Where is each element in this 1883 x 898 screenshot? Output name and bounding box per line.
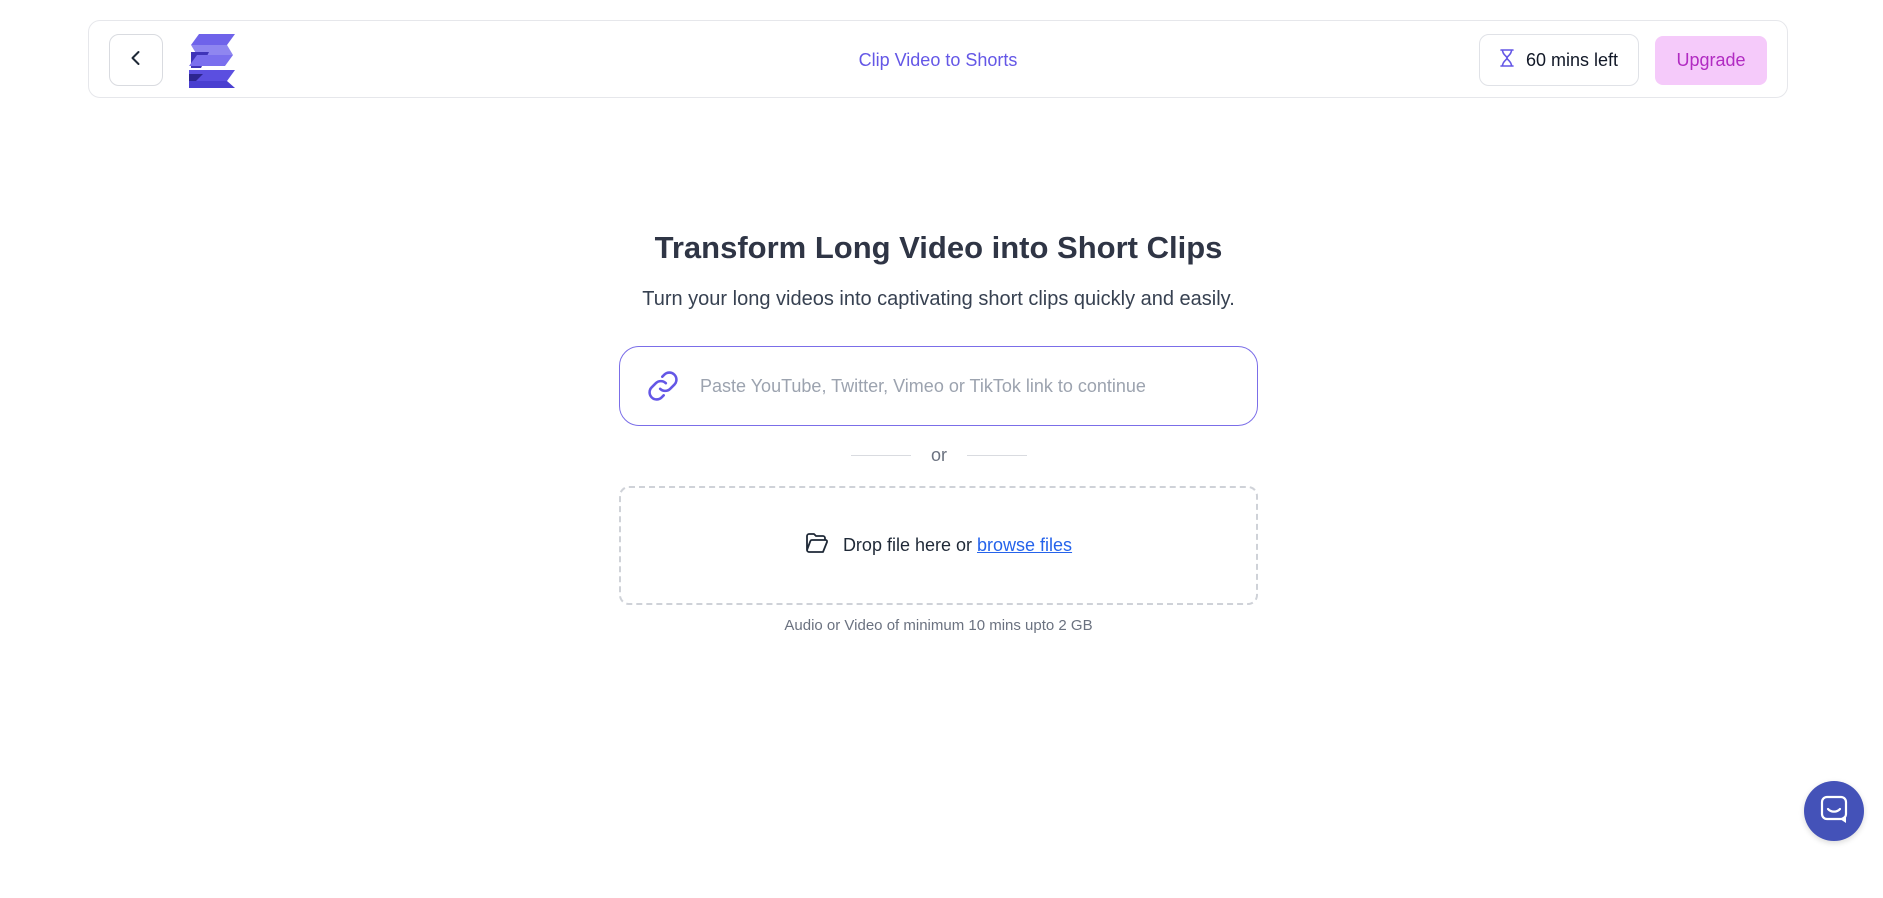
upload-hint: Audio or Video of minimum 10 mins upto 2… [784, 617, 1093, 634]
upgrade-button[interactable]: Upgrade [1655, 36, 1767, 85]
chat-icon [1820, 795, 1848, 828]
divider-label: or [930, 444, 947, 465]
url-input-container[interactable] [619, 346, 1258, 426]
browse-files-link[interactable]: browse files [977, 535, 1072, 555]
divider-line-right [967, 454, 1027, 456]
credits-label: 60 mins left [1525, 49, 1619, 70]
credits-badge[interactable]: 60 mins left [1479, 34, 1639, 86]
brand-logo[interactable] [189, 34, 237, 88]
drop-zone-text: Drop file here or [842, 535, 972, 555]
video-url-input[interactable] [698, 374, 1242, 398]
chat-launcher-button[interactable] [1804, 781, 1864, 841]
main-subheading: Turn your long videos into captivating s… [642, 288, 1235, 310]
back-button[interactable] [109, 34, 163, 86]
or-divider: or [849, 444, 1029, 466]
folder-open-icon [805, 532, 829, 559]
file-drop-zone[interactable]: Drop file here or browse files [619, 486, 1258, 605]
link-icon [646, 369, 680, 403]
main-heading: Transform Long Video into Short Clips [654, 230, 1223, 265]
divider-line-left [850, 454, 911, 456]
chevron-left-icon [127, 49, 145, 72]
top-header: Clip Video to Shorts 60 mins left Upgrad… [88, 20, 1788, 98]
hourglass-icon [1500, 48, 1514, 72]
